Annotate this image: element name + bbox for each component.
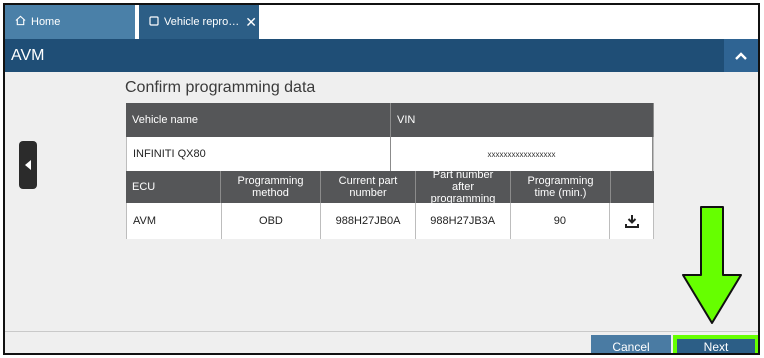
home-icon <box>15 15 26 29</box>
chevron-left-icon <box>25 160 31 170</box>
header-part-number-after: Part number after programming <box>416 169 511 205</box>
window-icon <box>149 15 159 29</box>
side-panel-toggle[interactable] <box>19 141 37 189</box>
vehicle-row: INFINITI QX80 xxxxxxxxxxxxxxxxx <box>126 137 654 171</box>
header-download <box>611 171 654 203</box>
download-button[interactable] <box>610 203 653 239</box>
page-title-bar: AVM <box>5 39 758 72</box>
ecu-value: AVM <box>127 203 222 239</box>
tab-vehicle-label: Vehicle repro… <box>164 16 240 28</box>
tab-vehicle-reprogramming[interactable]: Vehicle repro… ✕ <box>139 5 259 39</box>
tab-home[interactable]: Home <box>5 5 135 39</box>
programming-time-value: 90 <box>511 203 611 239</box>
header-programming-method: Programming method <box>221 171 321 203</box>
app-window: Home Vehicle repro… ✕ AVM Confirm progra… <box>3 3 760 355</box>
vehicle-header-row: Vehicle name VIN <box>126 103 654 137</box>
programming-method-value: OBD <box>222 203 322 239</box>
vin-value: xxxxxxxxxxxxxxxxx <box>391 137 653 171</box>
next-button[interactable]: Next <box>673 335 758 353</box>
header-ecu: ECU <box>126 171 221 203</box>
down-arrow-annotation <box>682 206 742 324</box>
footer-divider <box>5 331 758 332</box>
header-current-part-number: Current part number <box>321 171 416 203</box>
header-programming-time: Programming time (min.) <box>511 171 611 203</box>
close-icon[interactable]: ✕ <box>245 14 257 31</box>
cancel-button[interactable]: Cancel <box>591 335 671 353</box>
download-icon <box>624 215 639 228</box>
tab-home-label: Home <box>31 16 61 28</box>
part-number-after-value: 988H27JB3A <box>416 203 511 239</box>
current-part-number-value: 988H27JB0A <box>321 203 416 239</box>
vehicle-name-value: INFINITI QX80 <box>127 137 391 171</box>
header-vin: VIN <box>391 103 654 137</box>
page-title: AVM <box>11 46 45 64</box>
ecu-header-row: ECU Programming method Current part numb… <box>126 169 654 205</box>
section-title: Confirm programming data <box>125 79 316 96</box>
chevron-up-icon <box>735 51 747 60</box>
table-row: AVM OBD 988H27JB0A 988H27JB3A 90 <box>126 203 654 239</box>
header-vehicle-name: Vehicle name <box>126 103 391 137</box>
programming-data-table: Vehicle name VIN INFINITI QX80 xxxxxxxxx… <box>126 103 654 239</box>
collapse-button[interactable] <box>724 39 758 72</box>
tab-bar: Home Vehicle repro… ✕ <box>5 5 758 39</box>
